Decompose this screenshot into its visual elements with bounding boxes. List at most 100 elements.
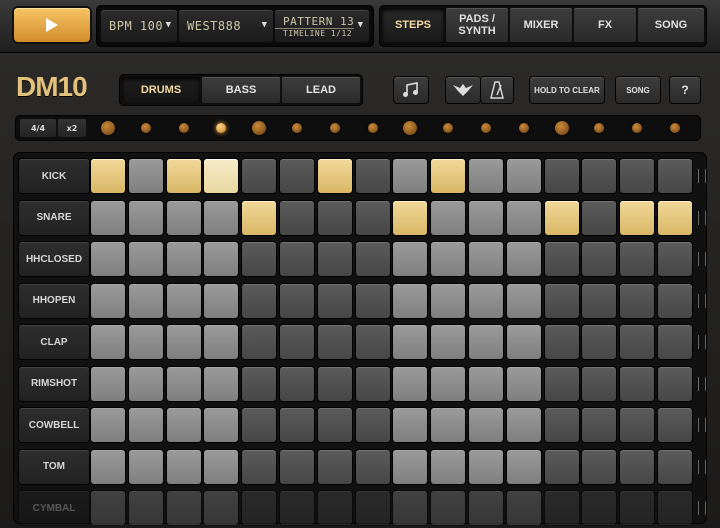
- step-cell[interactable]: [204, 408, 239, 442]
- step-cell[interactable]: [620, 283, 655, 318]
- tab-drums[interactable]: DRUMS: [122, 77, 200, 103]
- step-cell[interactable]: [355, 242, 390, 276]
- step-cell[interactable]: [582, 408, 617, 442]
- step-cell[interactable]: [355, 366, 390, 401]
- step-cell[interactable]: [355, 159, 390, 193]
- step-cell[interactable]: [620, 366, 655, 401]
- step-cell[interactable]: [204, 366, 239, 401]
- step-cell[interactable]: [317, 366, 352, 401]
- step-cell[interactable]: [431, 242, 466, 276]
- step-cell[interactable]: [128, 200, 163, 235]
- row-drag-handle[interactable]: [698, 335, 706, 349]
- step-cell[interactable]: [431, 159, 466, 193]
- step-cell[interactable]: [91, 491, 125, 525]
- step-cell[interactable]: [469, 366, 503, 401]
- step-cell[interactable]: [204, 491, 239, 525]
- step-cell[interactable]: [280, 449, 314, 484]
- step-cell[interactable]: [166, 449, 201, 484]
- step-cell[interactable]: [128, 366, 163, 401]
- tab-song[interactable]: SONG: [638, 8, 704, 42]
- step-cell[interactable]: [91, 242, 125, 276]
- step-cell[interactable]: [469, 242, 503, 276]
- step-cell[interactable]: [620, 242, 655, 276]
- step-cell[interactable]: [128, 491, 163, 525]
- step-cell[interactable]: [469, 449, 503, 484]
- step-cell[interactable]: [393, 283, 428, 318]
- step-cell[interactable]: [620, 200, 655, 235]
- step-cell[interactable]: [91, 366, 125, 401]
- step-cell[interactable]: [242, 283, 277, 318]
- step-cell[interactable]: [469, 283, 503, 318]
- step-cell[interactable]: [91, 408, 125, 442]
- track-label[interactable]: KICK: [19, 159, 89, 193]
- step-cell[interactable]: [506, 491, 541, 525]
- step-cell[interactable]: [355, 200, 390, 235]
- step-cell[interactable]: [166, 366, 201, 401]
- step-cell[interactable]: [128, 408, 163, 442]
- step-cell[interactable]: [544, 283, 579, 318]
- step-cell[interactable]: [317, 283, 352, 318]
- step-cell[interactable]: [431, 325, 466, 359]
- step-cell[interactable]: [393, 242, 428, 276]
- row-drag-handle[interactable]: [698, 252, 706, 266]
- step-cell[interactable]: [204, 325, 239, 359]
- bpm-display[interactable]: BPM 100 ▼: [101, 10, 177, 42]
- step-cell[interactable]: [469, 325, 503, 359]
- hold-to-clear-button[interactable]: HOLD TO CLEAR: [530, 77, 604, 103]
- tab-pads-synth[interactable]: PADS / SYNTH: [446, 8, 508, 42]
- step-cell[interactable]: [544, 366, 579, 401]
- step-cell[interactable]: [431, 366, 466, 401]
- step-cell[interactable]: [620, 449, 655, 484]
- step-cell[interactable]: [658, 491, 692, 525]
- row-drag-handle[interactable]: [698, 210, 706, 225]
- step-cell[interactable]: [355, 449, 390, 484]
- step-cell[interactable]: [317, 325, 352, 359]
- tab-mixer[interactable]: MIXER: [510, 8, 572, 42]
- step-cell[interactable]: [431, 449, 466, 484]
- track-label[interactable]: RIMSHOT: [19, 366, 89, 401]
- step-cell[interactable]: [242, 491, 277, 525]
- song-mode-button[interactable]: SONG: [616, 77, 660, 103]
- step-cell[interactable]: [544, 325, 579, 359]
- step-cell[interactable]: [280, 491, 314, 525]
- row-drag-handle[interactable]: [698, 293, 706, 308]
- step-cell[interactable]: [658, 408, 692, 442]
- step-cell[interactable]: [317, 159, 352, 193]
- step-cell[interactable]: [431, 200, 466, 235]
- tab-lead[interactable]: LEAD: [282, 77, 360, 103]
- step-cell[interactable]: [166, 283, 201, 318]
- step-cell[interactable]: [469, 491, 503, 525]
- step-cell[interactable]: [204, 283, 239, 318]
- step-cell[interactable]: [317, 408, 352, 442]
- tab-bass[interactable]: BASS: [202, 77, 280, 103]
- step-cell[interactable]: [506, 366, 541, 401]
- step-cell[interactable]: [128, 242, 163, 276]
- step-cell[interactable]: [91, 449, 125, 484]
- step-cell[interactable]: [658, 449, 692, 484]
- step-cell[interactable]: [204, 159, 239, 193]
- step-cell[interactable]: [658, 200, 692, 235]
- step-cell[interactable]: [431, 408, 466, 442]
- step-cell[interactable]: [544, 242, 579, 276]
- multiplier-button[interactable]: x2: [58, 119, 86, 137]
- track-label[interactable]: HHCLOSED: [19, 242, 89, 276]
- step-cell[interactable]: [658, 283, 692, 318]
- step-cell[interactable]: [242, 159, 277, 193]
- step-cell[interactable]: [242, 366, 277, 401]
- step-cell[interactable]: [582, 159, 617, 193]
- step-cell[interactable]: [582, 200, 617, 235]
- style-display[interactable]: WEST888 ▼: [179, 10, 273, 42]
- play-button[interactable]: [14, 8, 90, 42]
- step-cell[interactable]: [658, 159, 692, 193]
- step-cell[interactable]: [620, 408, 655, 442]
- step-cell[interactable]: [355, 325, 390, 359]
- track-label[interactable]: CYMBAL: [19, 491, 89, 525]
- step-cell[interactable]: [582, 449, 617, 484]
- step-cell[interactable]: [506, 283, 541, 318]
- tab-fx[interactable]: FX: [574, 8, 636, 42]
- step-cell[interactable]: [431, 283, 466, 318]
- step-cell[interactable]: [393, 366, 428, 401]
- step-cell[interactable]: [544, 408, 579, 442]
- step-cell[interactable]: [355, 283, 390, 318]
- step-cell[interactable]: [506, 408, 541, 442]
